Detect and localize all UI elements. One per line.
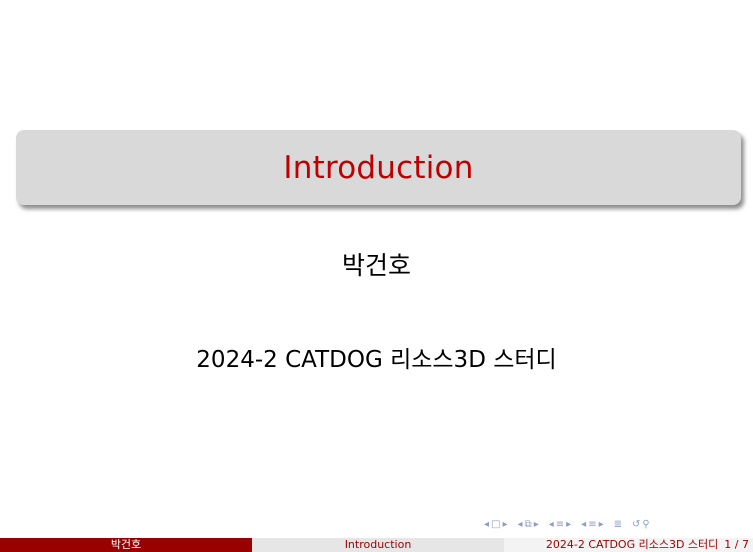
section-nav[interactable]: ◂ ≡ ▸ bbox=[549, 520, 571, 530]
toc-nav[interactable]: ◂ ≡ ▸ bbox=[581, 520, 603, 530]
search-icon[interactable]: ⚲ bbox=[642, 520, 649, 530]
footer: 박건호 Introduction 2024-2 CATDOG 리소스3D 스터디… bbox=[0, 538, 753, 552]
subsection-icon[interactable]: ⧉ bbox=[525, 520, 532, 530]
page-number: 1 / 7 bbox=[724, 538, 749, 551]
back-icon[interactable]: ↺ bbox=[632, 520, 640, 530]
frame-icon[interactable]: □ bbox=[491, 520, 500, 530]
footer-event: 2024-2 CATDOG 리소스3D 스터디 bbox=[545, 538, 719, 551]
toc-next-icon[interactable]: ▸ bbox=[599, 520, 604, 530]
align-icon[interactable]: ≣ bbox=[614, 520, 622, 530]
subsection-next-icon[interactable]: ▸ bbox=[534, 520, 539, 530]
section-icon[interactable]: ≡ bbox=[556, 520, 564, 530]
footer-title: Introduction bbox=[252, 538, 504, 552]
search-nav[interactable]: ↺ ⚲ bbox=[632, 520, 650, 530]
author-name: 박건호 bbox=[341, 251, 411, 280]
beamer-navigation: ◂ □ ▸ ◂ ⧉ ▸ ◂ ≡ ▸ ◂ ≡ ▸ ≣ ↺ ⚲ bbox=[484, 516, 650, 534]
title-box: Introduction bbox=[16, 130, 741, 205]
subsection-prev-icon[interactable]: ◂ bbox=[518, 520, 523, 530]
subsection-nav[interactable]: ◂ ⧉ ▸ bbox=[518, 520, 539, 530]
frame-prev-icon[interactable]: ◂ bbox=[484, 520, 489, 530]
slide-title: Introduction bbox=[283, 149, 474, 186]
frame-next-icon[interactable]: ▸ bbox=[502, 520, 507, 530]
event-name: 2024-2 CATDOG 리소스3D 스터디 bbox=[196, 347, 557, 373]
toc-prev-icon[interactable]: ◂ bbox=[581, 520, 586, 530]
toc-icon[interactable]: ≡ bbox=[588, 520, 596, 530]
align-nav[interactable]: ≣ bbox=[614, 520, 622, 530]
footer-author: 박건호 bbox=[0, 538, 252, 552]
footer-event-block: 2024-2 CATDOG 리소스3D 스터디 1 / 7 bbox=[504, 538, 753, 552]
frame-nav[interactable]: ◂ □ ▸ bbox=[484, 520, 508, 530]
section-prev-icon[interactable]: ◂ bbox=[549, 520, 554, 530]
section-next-icon[interactable]: ▸ bbox=[566, 520, 571, 530]
